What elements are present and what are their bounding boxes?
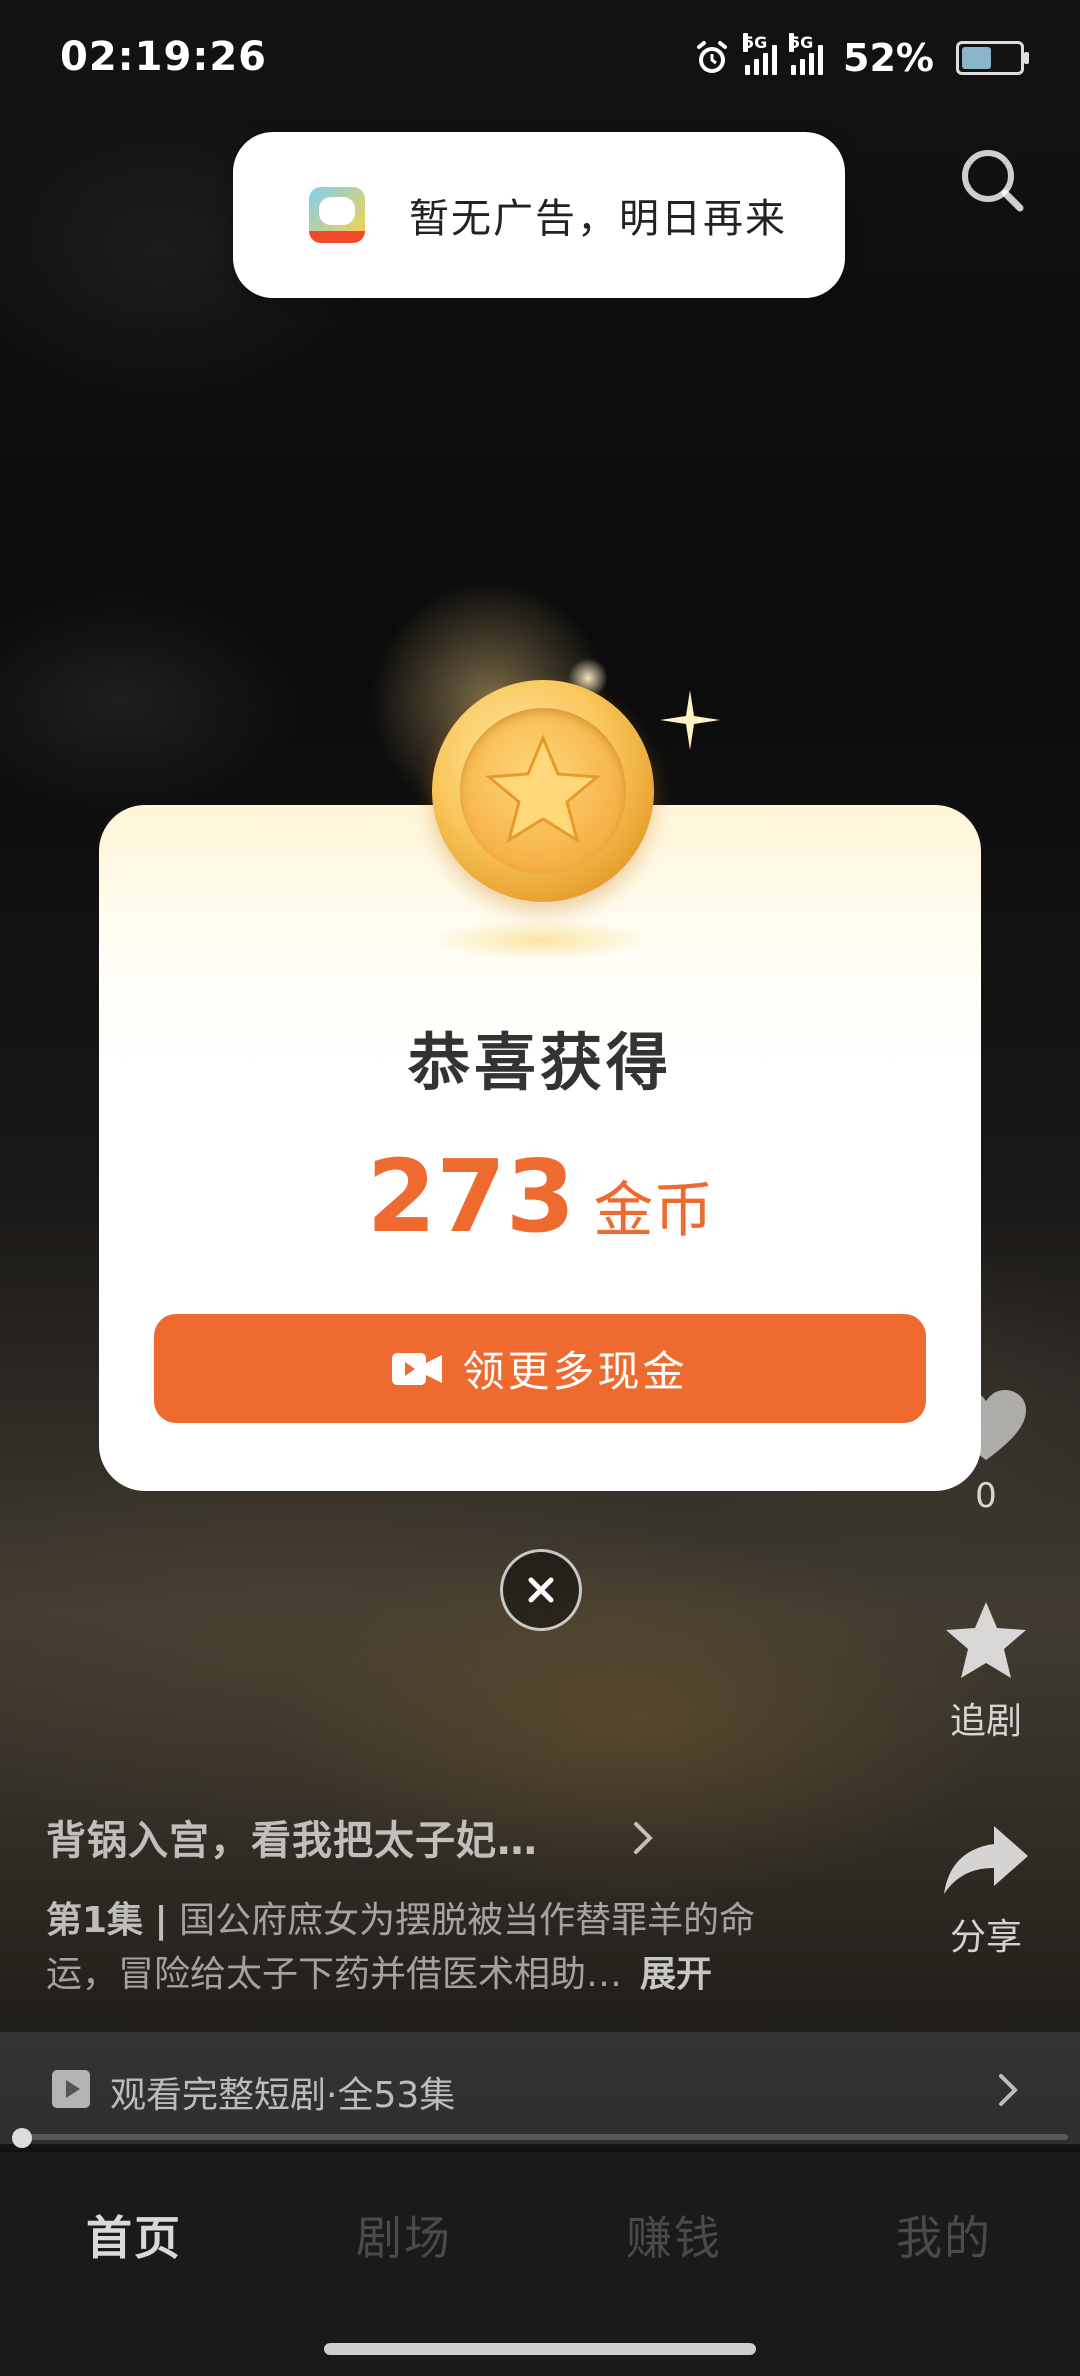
- star-icon: [485, 734, 601, 844]
- cta-label: 领更多现金: [462, 1347, 688, 1396]
- follow-label: 追剧: [949, 1701, 1022, 1742]
- close-icon: [528, 1577, 554, 1603]
- close-modal-button[interactable]: [500, 1549, 582, 1631]
- status-bar: 02:19:26 5G 5G 52%: [0, 0, 1080, 120]
- like-button[interactable]: 0: [926, 1390, 1046, 1516]
- playback-progress-track[interactable]: [12, 2134, 1068, 2140]
- toast-notification: 暂无广告，明日再来: [233, 132, 845, 298]
- drama-title[interactable]: 背锅入宫，看我把太子妃…: [46, 1808, 538, 1866]
- drama-description[interactable]: 第1集 | 国公府庶女为摆脱被当作替罪羊的命运，冒险给太子下药并借医术相助… 展开: [46, 1894, 826, 2002]
- playback-progress-handle[interactable]: [12, 2128, 32, 2148]
- reward-unit: 金币: [593, 1176, 714, 1246]
- reward-amount: 273: [366, 1138, 576, 1255]
- reward-amount-line: 273 金币: [0, 1138, 1080, 1255]
- alarm-icon: [697, 41, 728, 73]
- status-icons: 5G 5G 52%: [693, 33, 1029, 80]
- tab-earn[interactable]: 赚钱: [574, 2202, 774, 2268]
- expand-button[interactable]: 展开: [640, 1954, 712, 1995]
- reward-title: 恭喜获得: [407, 1026, 672, 1099]
- home-indicator[interactable]: [324, 2343, 756, 2355]
- episode-separator: |: [154, 1900, 168, 1941]
- heart-icon: [946, 1390, 1026, 1460]
- tab-home[interactable]: 首页: [34, 2202, 234, 2268]
- tab-theater[interactable]: 剧场: [304, 2202, 504, 2268]
- video-camera-icon: [392, 1352, 443, 1385]
- coin-shadow: [430, 920, 650, 960]
- sparkle-star-icon: [660, 690, 720, 750]
- episode-label: 第1集: [46, 1900, 144, 1941]
- chevron-right-icon[interactable]: [628, 1818, 658, 1858]
- battery-icon: [956, 41, 1029, 75]
- watch-full-drama-label: 观看完整短剧·全53集: [110, 2075, 456, 2116]
- get-more-cash-button[interactable]: 领更多现金: [154, 1314, 926, 1423]
- toast-message: 暂无广告，明日再来: [409, 196, 787, 242]
- status-time: 02:19:26: [60, 34, 267, 80]
- gold-coin-icon: [432, 680, 654, 902]
- search-icon[interactable]: [958, 146, 1028, 216]
- share-button[interactable]: 分享: [926, 1826, 1046, 1960]
- chevron-right-icon: [999, 2074, 1018, 2106]
- follow-button[interactable]: 追剧: [926, 1600, 1046, 1744]
- signal-2-icon: 5G: [789, 33, 824, 75]
- battery-percent: 52%: [843, 36, 934, 80]
- share-arrow-icon: [944, 1826, 1028, 1894]
- play-square-icon: [52, 2070, 90, 2108]
- signal-1-icon: 5G: [743, 33, 778, 75]
- star-follow-icon: [946, 1602, 1026, 1678]
- share-label: 分享: [949, 1917, 1022, 1958]
- like-count: 0: [975, 1476, 997, 1516]
- tab-profile[interactable]: 我的: [844, 2202, 1044, 2268]
- app-logo-icon: [309, 187, 365, 243]
